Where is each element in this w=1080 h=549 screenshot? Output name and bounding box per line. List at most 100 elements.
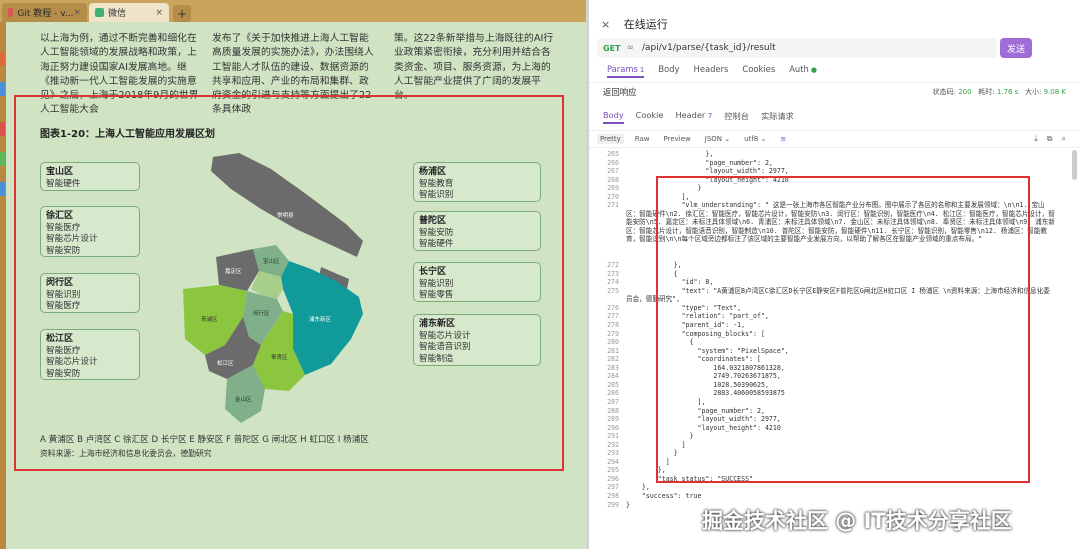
district-box-baoshan: 宝山区 智能硬件 xyxy=(40,162,140,191)
tab-resp-header[interactable]: Header 7 xyxy=(675,110,712,124)
line-number: 275 xyxy=(607,286,619,295)
line-number: 271 xyxy=(607,201,619,210)
line-number: 287 xyxy=(607,397,619,406)
send-button[interactable]: 发送 xyxy=(1000,38,1032,58)
map-label-baoshan: 宝山区 xyxy=(263,257,280,265)
map-chongming xyxy=(211,153,363,257)
district-field: 智能硬件 xyxy=(46,178,81,189)
tab-body[interactable]: Body xyxy=(658,64,679,78)
district-name: 松江区 xyxy=(46,334,74,344)
district-box-putuo: 普陀区 智能安防 智能硬件 xyxy=(413,211,541,251)
close-icon[interactable]: × xyxy=(601,18,610,31)
time-label: 耗时: xyxy=(978,87,995,96)
district-field: 智能硬件 xyxy=(419,239,454,249)
line-number: 286 xyxy=(607,389,619,398)
preview-button[interactable]: Preview xyxy=(661,134,694,144)
sidebar-app-icon[interactable] xyxy=(0,152,5,166)
wrap-toggle-icon[interactable]: ≡ xyxy=(777,134,789,144)
line-number: 281 xyxy=(607,346,619,355)
district-box-yangpu: 杨浦区 智能教育 智能识别 xyxy=(413,162,541,202)
tab-params[interactable]: Params 1 xyxy=(607,64,645,78)
panel-title-row: × 在线运行 xyxy=(601,16,668,32)
line-number: 274 xyxy=(607,278,619,287)
response-bar: 返回响应 状态码: 200 耗时: 1.76 s 大小: 9.08 K xyxy=(589,82,1080,100)
auth-status-dot-icon: ● xyxy=(810,66,817,74)
line-number: 295 xyxy=(607,466,619,475)
copy-icon[interactable]: ⧉ xyxy=(1047,134,1053,144)
line-number: 276 xyxy=(607,303,619,312)
encoding-select[interactable]: utf8 ⌄ xyxy=(741,134,769,144)
code-scrollbar[interactable] xyxy=(1072,150,1077,180)
response-label: 返回响应 xyxy=(603,86,637,97)
document-page: 以上海为例，通过不断完善和细化在人工智能领域的发展战略和政策，上海正努力建设国家… xyxy=(6,22,586,549)
app-root: Git 教程 - v... × 微信 × + 以上海为例，通过不断完善和细化在人… xyxy=(0,0,1080,549)
line-number: 267 xyxy=(607,167,619,176)
download-icon[interactable]: ⤓ xyxy=(1034,134,1038,144)
line-number: 268 xyxy=(607,175,619,184)
line-number: 290 xyxy=(607,423,619,432)
tab-cookies[interactable]: Cookies xyxy=(742,64,775,78)
district-field: 智能医疗 xyxy=(46,301,81,311)
tab-resp-cookie[interactable]: Cookie xyxy=(636,110,664,124)
link-icon: ∞ xyxy=(626,43,635,53)
map-label-qingpu: 青浦区 xyxy=(201,315,218,323)
map-label-pudong: 浦东新区 xyxy=(309,315,332,323)
district-name: 普陀区 xyxy=(419,216,447,226)
response-stats: 状态码: 200 耗时: 1.76 s 大小: 9.08 K xyxy=(933,87,1066,97)
raw-button[interactable]: Raw xyxy=(632,134,653,144)
http-method-select[interactable]: GET xyxy=(603,44,621,53)
browser-tab-wechat[interactable]: 微信 × xyxy=(89,3,169,22)
format-label: JSON xyxy=(704,135,723,143)
size-value: 9.08 K xyxy=(1043,87,1066,96)
figure-source: 资料来源：上海市经济和信息化委员会，德勤研究 xyxy=(40,449,212,458)
district-box-songjiang: 松江区 智能医疗 智能芯片设计 智能安防 xyxy=(40,329,140,380)
search-icon[interactable]: ⌕ xyxy=(1062,134,1066,144)
response-tabs: Body Cookie Header 7 控制台 实际请求 xyxy=(603,110,794,124)
line-number: 265 xyxy=(607,150,619,158)
tab-headers[interactable]: Headers xyxy=(694,64,729,78)
tab-label: Header xyxy=(675,110,706,120)
watermark: 掘金技术社区 @ IT技术分享社区 xyxy=(702,509,1012,533)
line-number: 293 xyxy=(607,449,619,458)
pretty-button[interactable]: Pretty xyxy=(597,134,624,144)
time-value: 1.76 s xyxy=(996,87,1019,96)
line-number: 277 xyxy=(607,312,619,321)
tab-close-icon[interactable]: × xyxy=(73,8,81,18)
code-line: "layout_width": 2977, xyxy=(626,167,789,176)
sidebar-app-icon[interactable] xyxy=(0,82,5,96)
line-number: 283 xyxy=(607,363,619,372)
district-name: 闵行区 xyxy=(46,278,74,288)
browser-tab-git[interactable]: Git 教程 - v... × xyxy=(2,3,87,22)
tab-close-icon[interactable]: × xyxy=(155,8,163,18)
district-field: 智能识别 xyxy=(46,289,81,300)
request-tabs: Params 1 Body Headers Cookies Auth ● xyxy=(607,64,817,78)
sidebar-app-icon[interactable] xyxy=(0,52,5,66)
format-select[interactable]: JSON ⌄ xyxy=(702,134,733,144)
tab-auth[interactable]: Auth ● xyxy=(789,64,817,78)
new-tab-button[interactable]: + xyxy=(173,5,191,22)
header-count-badge: 7 xyxy=(707,112,713,120)
tab-resp-console[interactable]: 控制台 xyxy=(724,110,749,124)
size-label: 大小: xyxy=(1025,87,1042,96)
line-number: 288 xyxy=(607,406,619,415)
sidebar-app-icon[interactable] xyxy=(0,182,5,196)
district-field: 智能识别 xyxy=(419,190,454,200)
district-field: 智能语音识别 xyxy=(419,342,471,352)
encoding-label: utf8 xyxy=(744,135,759,143)
line-number: 266 xyxy=(607,158,619,167)
figure-title: 图表1-20：上海人工智能应用发展区划 xyxy=(40,129,216,140)
map-legend: A 黄浦区 B 卢湾区 C 徐汇区 D 长宁区 E 静安区 F 普陀区 G 闸北… xyxy=(40,435,369,445)
code-line: }, xyxy=(626,483,650,492)
url-bar[interactable]: GET ∞ /api/v1/parse/{task_id}/result xyxy=(597,38,997,58)
toolbar-icons: ⤓ ⧉ ⌕ xyxy=(1034,134,1066,144)
tab-resp-actual-request[interactable]: 实际请求 xyxy=(761,110,794,124)
git-favicon-icon xyxy=(8,8,14,17)
line-number: 292 xyxy=(607,440,619,449)
district-box-xuhui: 徐汇区 智能医疗 智能芯片设计 智能安防 xyxy=(40,206,140,257)
tab-resp-body[interactable]: Body xyxy=(603,110,624,124)
url-input[interactable]: /api/v1/parse/{task_id}/result xyxy=(642,43,776,53)
sidebar-app-icon[interactable] xyxy=(0,122,5,136)
district-field: 智能安防 xyxy=(46,368,81,379)
map-label-songjiang: 松江区 xyxy=(217,359,234,367)
code-line: "success": true xyxy=(626,492,702,500)
